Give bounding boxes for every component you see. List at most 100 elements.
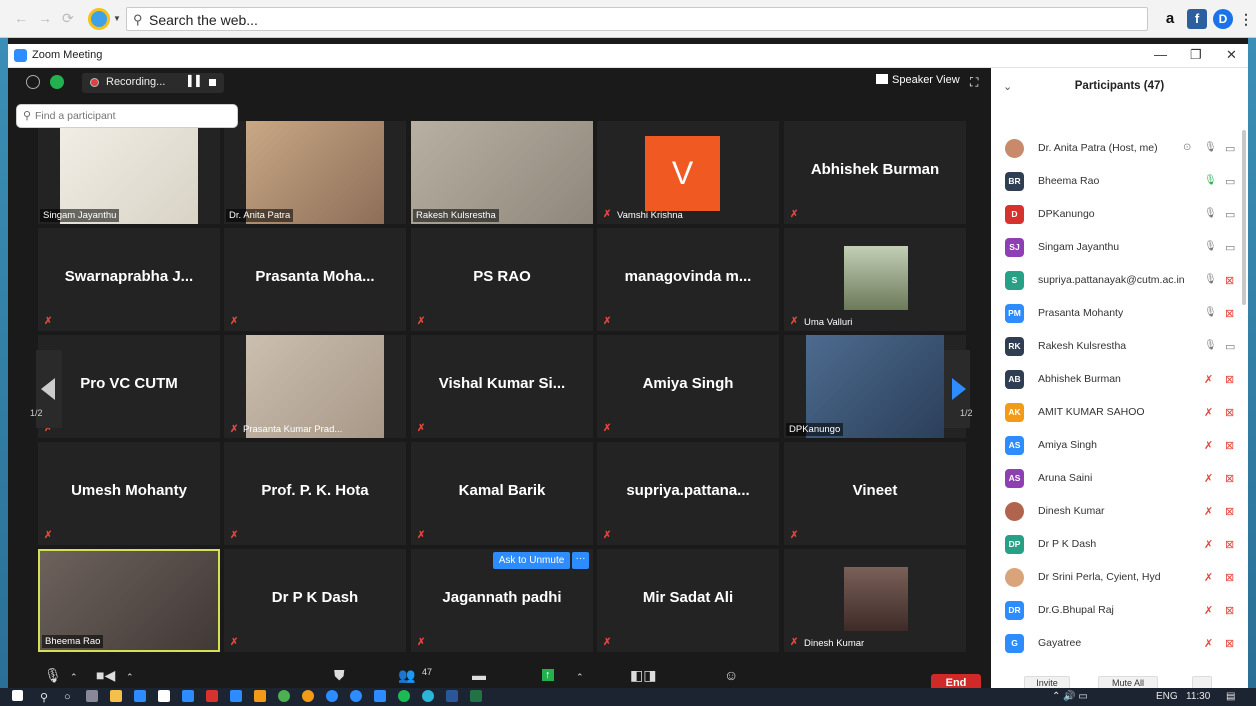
language-indicator[interactable]: ENG: [1156, 691, 1178, 702]
chevron-up-icon[interactable]: ⌃: [70, 672, 78, 683]
camera-off-icon[interactable]: ⊠: [1225, 439, 1234, 452]
chat-icon[interactable]: ▬: [472, 667, 486, 683]
participant-tile[interactable]: Swarnaprabha J... ✗: [38, 228, 220, 331]
ask-to-unmute-button[interactable]: Ask to Unmute: [493, 552, 570, 569]
fullscreen-icon[interactable]: ⛶: [970, 75, 978, 90]
video-camera-icon[interactable]: ■◀: [96, 667, 115, 684]
scrollbar[interactable]: [1242, 130, 1246, 305]
participant-tile[interactable]: Vineet ✗: [784, 442, 966, 545]
camera-off-icon[interactable]: ⊠: [1225, 373, 1234, 386]
camera-off-icon[interactable]: ⊠: [1225, 307, 1234, 320]
chrome-icon[interactable]: [278, 690, 290, 702]
camera-icon[interactable]: ▭: [1225, 241, 1235, 254]
file-explorer-icon[interactable]: [110, 690, 122, 702]
participant-tile[interactable]: supriya.pattana... ✗: [597, 442, 779, 545]
more-options-button[interactable]: ···: [572, 552, 589, 569]
participant-row[interactable]: SJ Singam Jayanthu 🎙 ▭: [1005, 237, 1241, 259]
participant-row[interactable]: DR Dr.G.Bhupal Raj ✗ ⊠: [1005, 600, 1241, 622]
participant-row[interactable]: RK Rakesh Kulsrestha 🎙 ▭: [1005, 336, 1241, 358]
cortana-icon[interactable]: ○: [64, 691, 71, 703]
participant-row[interactable]: Dinesh Kumar ✗ ⊠: [1005, 501, 1241, 523]
participant-tile[interactable]: Mir Sadat Ali ✗: [597, 549, 779, 652]
close-icon[interactable]: ✕: [1226, 47, 1237, 63]
chevron-down-icon[interactable]: ▼: [113, 14, 121, 23]
zoom-taskbar-icon[interactable]: [374, 690, 386, 702]
start-icon[interactable]: [12, 690, 23, 701]
app-icon[interactable]: [182, 690, 194, 702]
extension-icon[interactable]: D: [1213, 9, 1233, 29]
microphone-icon[interactable]: 🎙: [1204, 307, 1217, 318]
mic-muted-icon[interactable]: ✗: [1204, 538, 1213, 551]
microphone-icon[interactable]: 🎙: [1204, 241, 1217, 252]
excel-icon[interactable]: [470, 690, 482, 702]
microphone-icon[interactable]: 🎙: [1204, 340, 1217, 351]
mic-muted-icon[interactable]: ✗: [1204, 571, 1213, 584]
participant-tile[interactable]: Rakesh Kulsrestha: [411, 121, 593, 224]
mic-muted-icon[interactable]: ✗: [1204, 406, 1213, 419]
search-input[interactable]: Search the web...: [149, 12, 258, 28]
participant-row[interactable]: AK AMIT KUMAR SAHOO ✗ ⊠: [1005, 402, 1241, 424]
camera-icon[interactable]: ▭: [1225, 340, 1235, 353]
participant-tile[interactable]: DPKanungo: [784, 335, 966, 438]
participant-tile[interactable]: Amiya Singh ✗: [597, 335, 779, 438]
mic-muted-icon[interactable]: ✗: [1204, 472, 1213, 485]
refresh-icon[interactable]: ⟳: [62, 10, 84, 26]
participant-tile[interactable]: V ✗ Vamshi Krishna: [597, 121, 779, 224]
camera-off-icon[interactable]: ⊠: [1225, 571, 1234, 584]
clock[interactable]: 11:30: [1186, 691, 1210, 702]
participant-row[interactable]: Dr Srini Perla, Cyient, Hyd ✗ ⊠: [1005, 567, 1241, 589]
security-icon[interactable]: ⛊: [334, 667, 345, 684]
stop-recording-icon[interactable]: [209, 79, 216, 86]
participant-row[interactable]: PM Prasanta Mohanty 🎙 ⊠: [1005, 303, 1241, 325]
ie-logo-icon[interactable]: [88, 8, 110, 30]
mic-muted-icon[interactable]: ✗: [1204, 439, 1213, 452]
participant-row[interactable]: G Gayatree ✗ ⊠: [1005, 633, 1241, 655]
edge-icon[interactable]: [134, 690, 146, 702]
app-icon[interactable]: [206, 690, 218, 702]
participant-tile[interactable]: Umesh Mohanty ✗: [38, 442, 220, 545]
participant-tile[interactable]: PS RAO ✗: [411, 228, 593, 331]
app-icon[interactable]: [230, 690, 242, 702]
task-view-icon[interactable]: [86, 690, 98, 702]
microphone-icon[interactable]: 🎙: [1204, 274, 1217, 285]
camera-off-icon[interactable]: ⊠: [1225, 538, 1234, 551]
record-button-icon[interactable]: ◧◨: [630, 667, 656, 684]
camera-off-icon[interactable]: ⊠: [1225, 472, 1234, 485]
search-icon[interactable]: ⚲: [40, 691, 48, 704]
participant-tile[interactable]: Dr P K Dash ✗: [224, 549, 406, 652]
reactions-icon[interactable]: ☺: [724, 667, 738, 683]
participant-tile[interactable]: Prasanta Moha... ✗: [224, 228, 406, 331]
participant-tile[interactable]: Prof. P. K. Hota ✗: [224, 442, 406, 545]
app-icon[interactable]: [422, 690, 434, 702]
amazon-icon[interactable]: a: [1160, 9, 1180, 29]
more-icon[interactable]: ⋮: [1236, 9, 1256, 29]
microphone-icon[interactable]: 🎙: [1204, 208, 1217, 219]
camera-icon[interactable]: ▭: [1225, 175, 1235, 188]
maximize-icon[interactable]: ❐: [1190, 47, 1202, 63]
participant-row[interactable]: AB Abhishek Burman ✗ ⊠: [1005, 369, 1241, 391]
participant-tile[interactable]: Abhishek Burman ✗: [784, 121, 966, 224]
mic-muted-icon[interactable]: ✗: [1204, 604, 1213, 617]
speaker-view-button[interactable]: Speaker View: [876, 74, 964, 92]
participant-row[interactable]: Dr. Anita Patra (Host, me) ⊙ 🎙 ▭: [1005, 138, 1241, 160]
participant-tile[interactable]: Bheema Rao: [38, 549, 220, 652]
app-icon[interactable]: [326, 690, 338, 702]
microphone-icon[interactable]: 🎙: [1204, 175, 1217, 186]
chevron-up-icon[interactable]: ⌃: [126, 672, 134, 683]
back-icon[interactable]: ←: [14, 10, 38, 26]
info-icon[interactable]: [26, 75, 40, 89]
pause-recording-icon[interactable]: ▌▌: [188, 76, 204, 87]
notification-icon[interactable]: ▤: [1226, 691, 1235, 702]
participant-tile[interactable]: Singam Jayanthu: [38, 121, 220, 224]
minimize-icon[interactable]: —: [1154, 47, 1167, 62]
facebook-icon[interactable]: f: [1187, 9, 1207, 29]
microphone-icon[interactable]: 🎙: [1204, 142, 1217, 153]
forward-icon[interactable]: →: [38, 10, 62, 26]
firefox-icon[interactable]: [254, 690, 266, 702]
spotify-icon[interactable]: [398, 690, 410, 702]
participant-tile[interactable]: Vishal Kumar Si... ✗: [411, 335, 593, 438]
participant-tile[interactable]: ✗ Uma Valluri: [784, 228, 966, 331]
tray-icons[interactable]: ⌃ 🔊 ▭: [1052, 691, 1088, 702]
mic-muted-icon[interactable]: ✗: [1204, 637, 1213, 650]
participant-tile[interactable]: Pro VC CUTM ✗: [38, 335, 220, 438]
